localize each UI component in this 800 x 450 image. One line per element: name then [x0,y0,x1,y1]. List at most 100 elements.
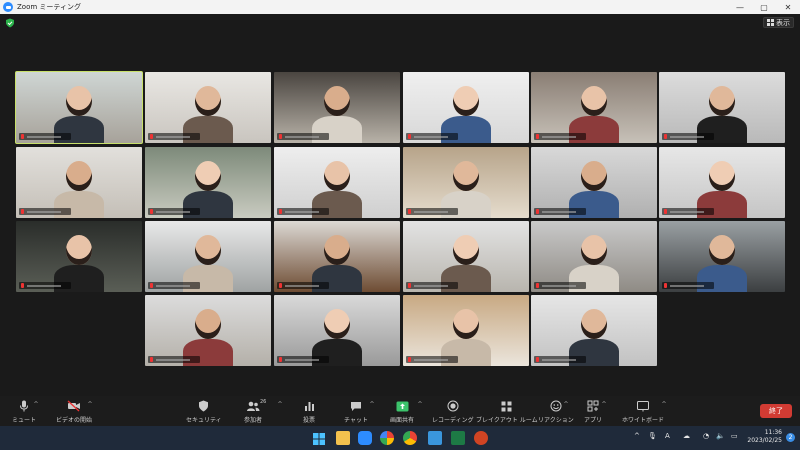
muted-mic-icon [536,283,539,288]
participant-video-tile[interactable] [274,295,400,366]
windows-start-icon[interactable] [312,431,326,445]
minimize-button[interactable]: — [728,0,752,14]
muted-mic-icon [279,283,282,288]
participant-video-tile[interactable] [145,72,271,143]
chrome-icon[interactable] [403,431,417,445]
close-button[interactable]: ✕ [776,0,800,14]
participant-video-tile[interactable] [403,147,529,218]
whiteboard-button[interactable]: ホワイトボード [622,399,664,424]
participant-video-tile[interactable] [145,295,271,366]
encryption-shield-icon[interactable] [5,18,15,28]
zoom-taskbar-icon[interactable] [358,431,372,445]
participant-video-tile[interactable] [531,221,657,292]
participant-nameplate [148,208,200,215]
participant-video-tile[interactable] [403,221,529,292]
battery-icon[interactable]: ▭ [731,432,738,440]
participant-video-tile[interactable] [659,221,785,292]
muted-mic-icon [21,283,24,288]
participant-video-tile[interactable] [531,147,657,218]
participant-video-tile[interactable] [403,72,529,143]
participants-options-caret-icon[interactable]: ^ [277,401,282,408]
notepad-icon[interactable] [428,431,442,445]
muted-mic-icon [408,283,411,288]
grid-view-icon [767,19,774,26]
participant-video-tile[interactable] [145,221,271,292]
muted-mic-icon [536,134,539,139]
show-hidden-icons-chevron-icon[interactable]: ^ [634,432,640,440]
participant-video-tile[interactable] [274,221,400,292]
notification-badge[interactable]: 2 [786,433,795,442]
maximize-button[interactable]: ▢ [752,0,776,14]
participant-nameplate [19,133,71,140]
mute-label: ミュート [12,417,37,424]
mute-button[interactable]: ミュート [12,399,36,424]
participant-video-tile[interactable] [274,147,400,218]
speaker-icon[interactable]: 🔈 [716,432,725,440]
participant-video-tile[interactable] [15,71,143,144]
ime-indicator[interactable]: A [665,432,670,440]
cloud-icon[interactable]: ☁ [683,432,690,440]
participant-name-redacted [670,284,704,287]
muted-mic-icon [150,209,153,214]
participant-video-tile[interactable] [531,295,657,366]
participant-video-tile[interactable] [531,72,657,143]
participant-video-tile[interactable] [16,221,142,292]
security-button[interactable]: セキュリティ [186,399,222,424]
share-screen-label: 画面共有 [390,417,415,424]
reactions-options-caret-icon[interactable]: ^ [563,401,568,408]
participant-name-redacted [27,284,61,287]
muted-mic-icon [664,209,667,214]
participant-nameplate [277,282,329,289]
breakout-rooms-button[interactable]: ブレイクアウト ルーム [476,399,538,424]
muted-mic-icon [408,134,411,139]
polls-icon [302,399,316,413]
muted-mic-icon [664,283,667,288]
whiteboard-options-caret-icon[interactable]: ^ [661,401,666,408]
window-controls: — ▢ ✕ [728,0,800,14]
share-options-caret-icon[interactable]: ^ [417,401,422,408]
record-icon [446,399,460,413]
participant-name-redacted [156,135,190,138]
muted-mic-icon [664,134,667,139]
apps-options-caret-icon[interactable]: ^ [601,401,606,408]
file-explorer-icon[interactable] [336,431,350,445]
mute-options-caret-icon[interactable]: ^ [33,401,38,408]
polls-button[interactable]: 投票 [302,399,316,424]
participant-video-tile[interactable] [659,72,785,143]
participant-face [324,235,350,265]
chat-options-caret-icon[interactable]: ^ [369,401,374,408]
participants-button[interactable]: 26 参加者 [244,399,266,424]
record-button[interactable]: レコーディング [432,399,474,424]
view-button[interactable]: 表示 [763,17,794,28]
microphone-tray-icon[interactable]: 🎙 [648,432,657,440]
share-screen-button[interactable]: 画面共有 [390,399,414,424]
participant-name-redacted [542,358,576,361]
muted-mic-icon [536,209,539,214]
muted-mic-icon [21,209,24,214]
participant-nameplate [534,282,586,289]
participant-nameplate [406,356,458,363]
powerpoint-icon[interactable] [474,431,488,445]
participant-video-tile[interactable] [145,147,271,218]
excel-icon[interactable] [451,431,465,445]
end-meeting-button[interactable]: 終了 [760,404,792,418]
participant-video-tile[interactable] [659,147,785,218]
whiteboard-label: ホワイトボード [622,417,665,424]
participant-nameplate [534,356,586,363]
video-options-caret-icon[interactable]: ^ [87,401,92,408]
participant-video-tile[interactable] [274,72,400,143]
apps-button[interactable]: アプリ [584,399,602,424]
meeting-area: 表示 [0,14,800,396]
system-clock[interactable]: 11:36 2023/02/25 [747,429,782,445]
wifi-icon[interactable]: ◔ [703,432,709,440]
photos-app-icon[interactable] [380,431,394,445]
start-video-label: ビデオの開始 [56,417,93,424]
participant-video-tile[interactable] [403,295,529,366]
participant-nameplate [406,282,458,289]
participant-video-tile[interactable] [16,147,142,218]
participant-name-redacted [670,210,704,213]
participant-face [453,235,479,265]
view-label: 表示 [776,18,790,27]
chat-button[interactable]: チャット [344,399,368,424]
participant-count: 26 [260,399,267,405]
